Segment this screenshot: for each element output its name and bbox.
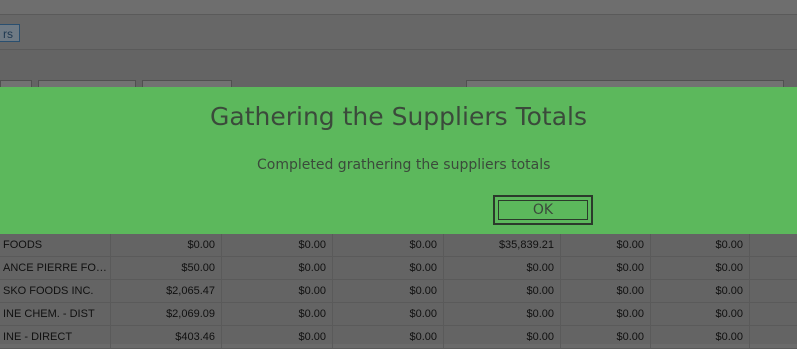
value-cell: $0.00 bbox=[651, 280, 750, 302]
value-cell: $0.00 bbox=[333, 234, 444, 256]
value-cell: $0.00 bbox=[561, 280, 651, 302]
value-cell: $0.00 bbox=[561, 234, 651, 256]
value-cell: $0.00 bbox=[651, 234, 750, 256]
toolbar: rs bbox=[0, 15, 797, 50]
value-cell: $0.00 bbox=[561, 326, 651, 348]
supplier-name-cell: ANCE PIERRE FOOD... bbox=[0, 257, 111, 279]
value-cell: $35,839.21 bbox=[444, 234, 561, 256]
value-cell: $0.00 bbox=[333, 280, 444, 302]
title-bar bbox=[0, 0, 797, 15]
table-row[interactable]: INE CHEM. - DIST $2,069.09 $0.00 $0.00 $… bbox=[0, 303, 797, 326]
supplier-name-cell: INE CHEM. - DIST bbox=[0, 303, 111, 325]
value-cell: $0.00 bbox=[111, 234, 222, 256]
value-cell: $0.00 bbox=[222, 257, 333, 279]
value-cell: $0.00 bbox=[651, 326, 750, 348]
message-dialog: Gathering the Suppliers Totals Completed… bbox=[0, 87, 797, 234]
filter-bar bbox=[0, 74, 797, 92]
table-row[interactable]: SKO FOODS INC. $2,065.47 $0.00 $0.00 $0.… bbox=[0, 280, 797, 303]
value-cell: $0.00 bbox=[222, 303, 333, 325]
value-cell: $0.00 bbox=[444, 257, 561, 279]
value-cell: $2,069.09 bbox=[111, 303, 222, 325]
value-cell: $0.00 bbox=[333, 326, 444, 348]
dialog-title: Gathering the Suppliers Totals bbox=[210, 102, 587, 131]
table-row[interactable]: INE - DIRECT $403.46 $0.00 $0.00 $0.00 $… bbox=[0, 326, 797, 349]
dialog-message: Completed grathering the suppliers total… bbox=[257, 157, 551, 173]
value-cell: $0.00 bbox=[651, 257, 750, 279]
value-cell: $0.00 bbox=[222, 280, 333, 302]
value-cell: $0.00 bbox=[222, 234, 333, 256]
value-cell: $403.46 bbox=[111, 326, 222, 348]
value-cell: $0.00 bbox=[222, 326, 333, 348]
value-cell: $2,065.47 bbox=[111, 280, 222, 302]
value-cell: $0.00 bbox=[333, 257, 444, 279]
table-row[interactable]: ANCE PIERRE FOOD... $50.00 $0.00 $0.00 $… bbox=[0, 257, 797, 280]
value-cell: $50.00 bbox=[111, 257, 222, 279]
suppliers-tab-button[interactable]: rs bbox=[0, 24, 20, 42]
supplier-name-cell: INE - DIRECT bbox=[0, 326, 111, 348]
supplier-name-cell: SKO FOODS INC. bbox=[0, 280, 111, 302]
value-cell: $0.00 bbox=[561, 303, 651, 325]
value-cell: $0.00 bbox=[561, 257, 651, 279]
ok-button[interactable]: OK bbox=[493, 195, 593, 225]
value-cell: $0.00 bbox=[444, 280, 561, 302]
value-cell: $0.00 bbox=[333, 303, 444, 325]
table-row[interactable]: FOODS $0.00 $0.00 $0.00 $35,839.21 $0.00… bbox=[0, 234, 797, 257]
value-cell: $0.00 bbox=[444, 326, 561, 348]
value-cell: $0.00 bbox=[651, 303, 750, 325]
supplier-name-cell: FOODS bbox=[0, 234, 111, 256]
value-cell: $0.00 bbox=[444, 303, 561, 325]
